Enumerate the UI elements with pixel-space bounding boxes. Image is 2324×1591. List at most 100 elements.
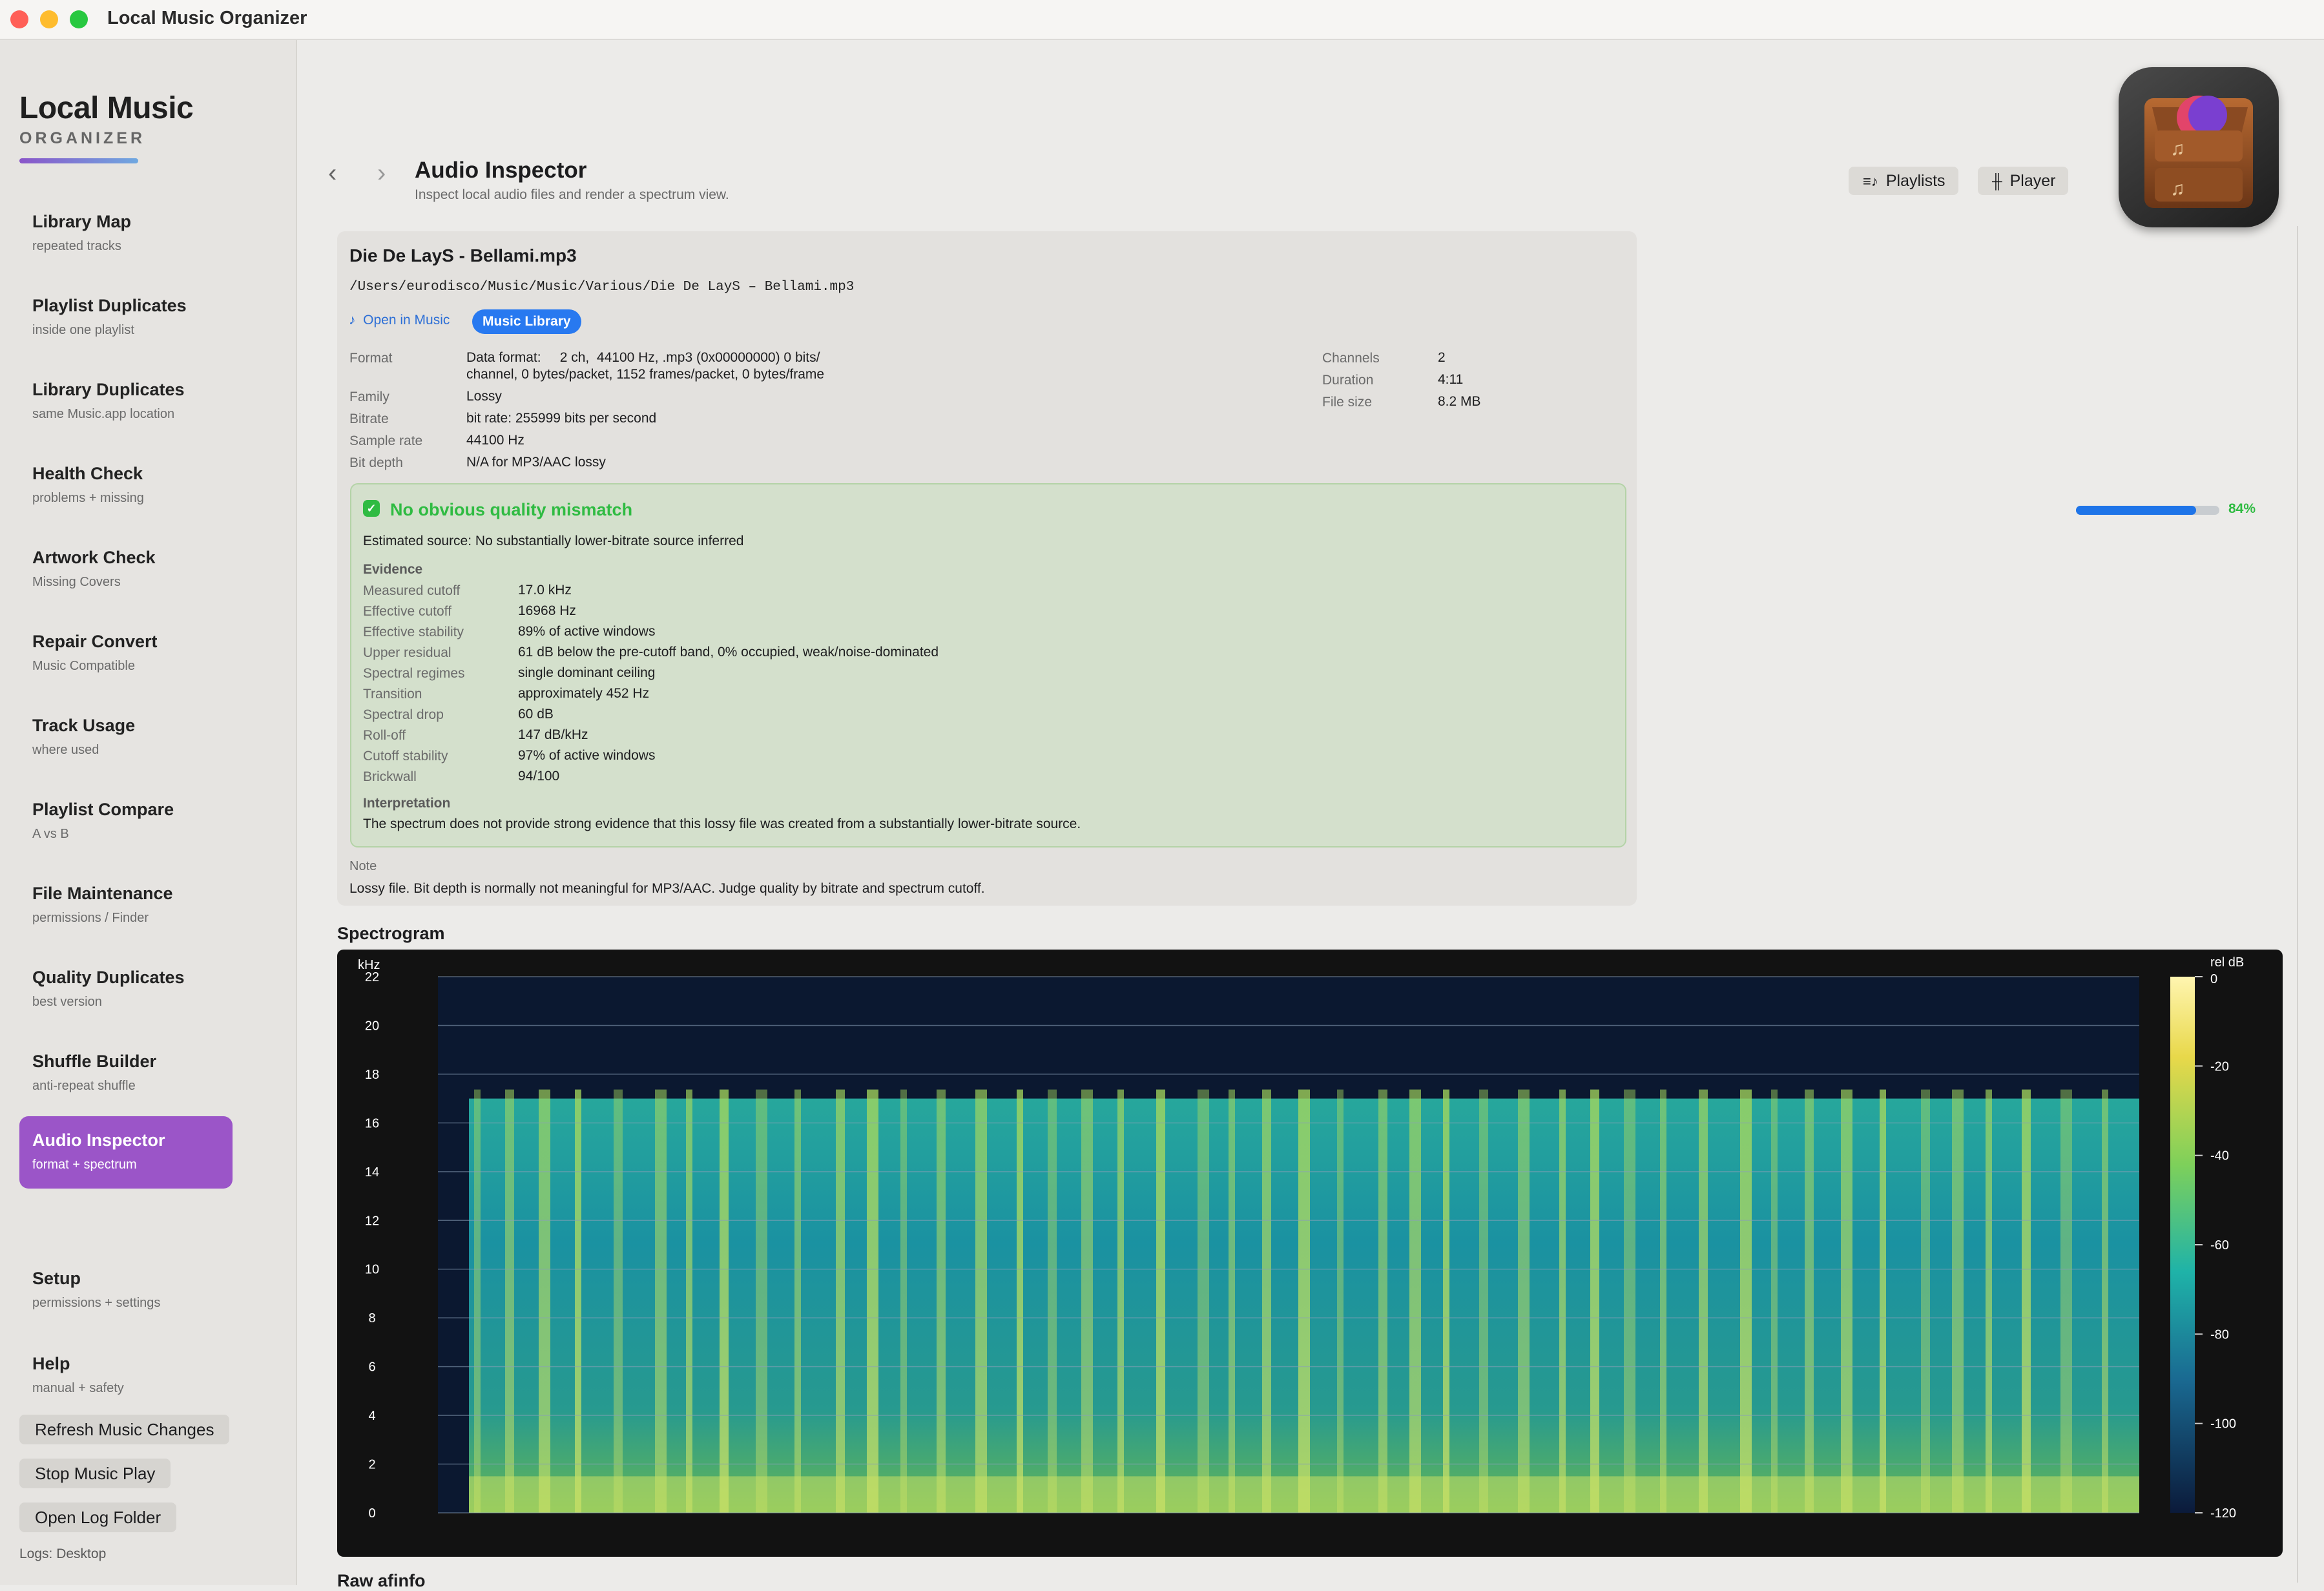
spectrogram-transient: [975, 1089, 987, 1513]
spectrogram-y-tick: 16: [365, 1116, 379, 1130]
checkmark-shield-icon: ✓: [363, 500, 380, 517]
evidence-value: 147 dB/kHz: [518, 727, 588, 742]
spectrogram-transient: [575, 1089, 581, 1513]
evidence-value: 94/100: [518, 769, 560, 784]
detail-value: channel, 0 bytes/packet, 1152 frames/pac…: [466, 367, 825, 382]
evidence-label: Brickwall: [363, 769, 417, 784]
spectrogram-transient: [1409, 1089, 1421, 1513]
player-button[interactable]: ╫ Player: [1978, 167, 2069, 195]
confidence-bar: [2076, 506, 2219, 515]
colorbar-tick-label: -60: [2210, 1238, 2229, 1253]
music-library-badge[interactable]: Music Library: [472, 309, 581, 334]
music-note-icon: ♪: [349, 313, 356, 328]
spectrogram-transient: [1298, 1089, 1310, 1513]
colorbar: [2170, 977, 2195, 1513]
spectrogram-transient: [1921, 1089, 1930, 1513]
detail-label: Bit depth: [349, 455, 403, 470]
close-window-button[interactable]: [10, 10, 28, 28]
sidebar-item-playlist-duplicates[interactable]: Playlist Duplicates inside one playlist: [19, 282, 233, 354]
sidebar-item-audio-inspector[interactable]: Audio Inspector format + spectrum: [19, 1116, 233, 1189]
evidence-value: 60 dB: [518, 707, 554, 722]
sidebar-item-file-maintenance[interactable]: File Maintenance permissions / Finder: [19, 869, 233, 942]
spectrogram-transient: [836, 1089, 845, 1513]
sidebar-item-sublabel: problems + missing: [32, 491, 144, 505]
sidebar-item-artwork-check[interactable]: Artwork Check Missing Covers: [19, 534, 233, 606]
confidence-percent: 84%: [2228, 501, 2256, 516]
evidence-value: 17.0 kHz: [518, 583, 572, 598]
evidence-label: Spectral drop: [363, 707, 444, 722]
spectrogram-y-tick: 14: [365, 1165, 379, 1180]
confidence-bar-fill: [2076, 506, 2197, 515]
waveform-icon: ╫: [1992, 173, 2002, 189]
raw-afinfo-heading: Raw afinfo: [337, 1571, 426, 1590]
spectrogram-transient: [1198, 1089, 1209, 1513]
brand-accent-bar: [19, 158, 138, 163]
sidebar-item-playlist-compare[interactable]: Playlist Compare A vs B: [19, 785, 233, 858]
evidence-label: Spectral regimes: [363, 666, 465, 681]
sidebar-item-repair-convert[interactable]: Repair Convert Music Compatible: [19, 618, 233, 690]
detail-value: Data format: 2 ch, 44100 Hz, .mp3 (0x000…: [466, 350, 820, 365]
detail-label: Sample rate: [349, 433, 423, 448]
evidence-label: Measured cutoff: [363, 583, 461, 598]
window-title: Local Music Organizer: [107, 8, 307, 28]
spectrogram-transient: [1337, 1089, 1344, 1513]
stop-music-play-button[interactable]: Stop Music Play: [19, 1459, 171, 1488]
spectrogram-transient: [1624, 1089, 1635, 1513]
sidebar-item-label: Artwork Check: [32, 548, 156, 567]
sidebar-item-quality-duplicates[interactable]: Quality Duplicates best version: [19, 953, 233, 1026]
sidebar-item-help[interactable]: Help manual + safety: [19, 1340, 233, 1412]
spectrogram-transient: [2022, 1089, 2031, 1513]
sidebar-item-sublabel: permissions / Finder: [32, 911, 149, 925]
playlists-button[interactable]: ≡♪ Playlists: [1849, 167, 1958, 195]
spectrogram-y-tick: 18: [365, 1068, 379, 1082]
open-in-music-label: Open in Music: [363, 313, 450, 328]
colorbar-tick-label: 0: [2210, 972, 2217, 986]
sidebar-item-sublabel: format + spectrum: [32, 1158, 137, 1172]
page-title: Audio Inspector: [415, 158, 587, 183]
sidebar-item-label: Help: [32, 1354, 70, 1373]
evidence-value: 97% of active windows: [518, 748, 656, 763]
detail-label: Format: [349, 351, 393, 366]
spectrogram-transient: [2060, 1089, 2072, 1513]
sidebar-item-track-usage[interactable]: Track Usage where used: [19, 702, 233, 774]
spectrogram-transient: [1841, 1089, 1852, 1513]
spectrogram-transient: [686, 1089, 692, 1513]
evidence-value: single dominant ceiling: [518, 665, 656, 680]
evidence-label: Upper residual: [363, 645, 451, 660]
sidebar-item-shuffle-builder[interactable]: Shuffle Builder anti-repeat shuffle: [19, 1037, 233, 1110]
minimize-window-button[interactable]: [40, 10, 58, 28]
svg-text:♫: ♫: [2170, 138, 2185, 160]
sidebar-item-label: Playlist Compare: [32, 800, 174, 819]
refresh-music-changes-button[interactable]: Refresh Music Changes: [19, 1415, 230, 1444]
sidebar-item-setup[interactable]: Setup permissions + settings: [19, 1254, 233, 1327]
spectrogram-transient: [794, 1089, 801, 1513]
detail-value: 8.2 MB: [1438, 394, 1481, 409]
zoom-window-button[interactable]: [70, 10, 88, 28]
open-in-music-link[interactable]: ♪ Open in Music: [349, 313, 450, 328]
sidebar-item-health-check[interactable]: Health Check problems + missing: [19, 450, 233, 522]
logs-location-label: Logs: Desktop: [19, 1546, 107, 1561]
sidebar-item-sublabel: A vs B: [32, 827, 69, 841]
spectrogram-transient: [1518, 1089, 1530, 1513]
spectrogram-transient: [1559, 1089, 1566, 1513]
spectrogram-transient: [1229, 1089, 1235, 1513]
spectrogram-heading: Spectrogram: [337, 924, 445, 943]
chevron-right-icon[interactable]: ›: [377, 159, 386, 188]
spectrogram-y-tick: 2: [368, 1458, 375, 1472]
sidebar-item-library-duplicates[interactable]: Library Duplicates same Music.app locati…: [19, 366, 233, 438]
spectrogram-y-tick: 20: [365, 1019, 379, 1033]
evidence-value: approximately 452 Hz: [518, 686, 650, 701]
open-log-folder-button[interactable]: Open Log Folder: [19, 1503, 177, 1532]
player-button-label: Player: [2009, 172, 2056, 190]
evidence-label: Roll-off: [363, 728, 406, 743]
sidebar-item-library-map[interactable]: Library Map repeated tracks: [19, 198, 233, 270]
spectrogram-transient: [1805, 1089, 1814, 1513]
chevron-left-icon[interactable]: ‹: [328, 159, 337, 188]
sidebar-item-label: File Maintenance: [32, 884, 173, 903]
spectrogram-transient: [900, 1089, 907, 1513]
scrollbar[interactable]: [2297, 226, 2298, 1583]
colorbar-tick-label: -40: [2210, 1149, 2229, 1163]
sidebar-item-sublabel: inside one playlist: [32, 323, 134, 337]
file-path: /Users/eurodisco/Music/Music/Various/Die…: [349, 280, 855, 295]
file-title: Die De LayS - Bellami.mp3: [349, 245, 577, 265]
